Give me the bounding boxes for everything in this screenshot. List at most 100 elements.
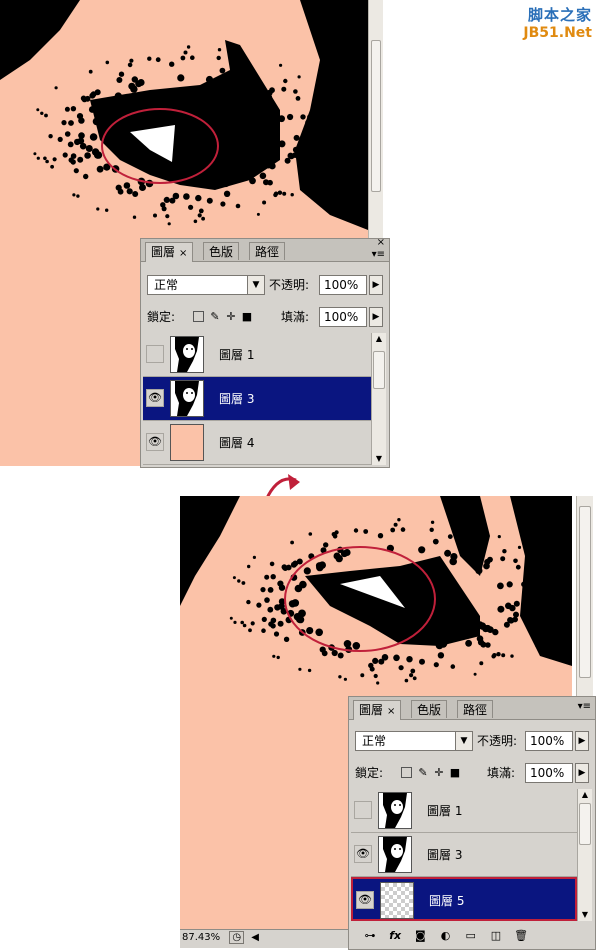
fill-field[interactable]: 100%	[525, 763, 573, 783]
lock-all-icon[interactable]: ■	[449, 767, 461, 779]
panel-menu-icon[interactable]: ▾≡	[372, 249, 385, 260]
fill-arrow-button[interactable]: ▶	[575, 763, 589, 783]
layers-scrollbar[interactable]: ▲ ▼	[577, 789, 592, 921]
layer-row-5[interactable]: 👁 圖層 5	[351, 877, 577, 921]
layer-row-3[interactable]: 👁 圖層 3	[351, 833, 577, 877]
eye-icon[interactable]: 👁	[356, 891, 374, 909]
lock-transparent-icon[interactable]	[401, 767, 412, 778]
chevron-down-icon[interactable]: ▼	[455, 732, 472, 750]
halftone-dot	[219, 67, 226, 74]
link-icon[interactable]: ⊶	[361, 927, 379, 945]
layers-scrollbar[interactable]: ▲ ▼	[371, 333, 386, 465]
layer-thumbnail	[170, 380, 204, 417]
adjustment-icon[interactable]: ◐	[437, 927, 455, 945]
panel-menu-icon[interactable]: ▾≡	[578, 701, 591, 712]
lock-brush-icon[interactable]: ✎	[209, 311, 221, 323]
visibility-toggle[interactable]	[146, 345, 164, 363]
halftone-dot	[290, 561, 297, 568]
halftone-dot	[307, 114, 312, 120]
fill-arrow-button[interactable]: ▶	[369, 307, 383, 327]
layer-row-1[interactable]: 圖層 1	[351, 789, 577, 833]
layer-row-3[interactable]: 👁 圖層 3	[143, 377, 371, 421]
opacity-field[interactable]: 100%	[525, 731, 573, 751]
layer-name: 圖層 3	[427, 848, 463, 862]
halftone-dot	[449, 557, 458, 566]
document-info-icon[interactable]: ◷	[229, 931, 245, 944]
halftone-dot	[398, 665, 404, 671]
lock-all-icon[interactable]: ■	[241, 311, 253, 323]
status-arrow-icon[interactable]: ◀	[251, 932, 259, 943]
tab-paths[interactable]: 路徑	[249, 242, 286, 260]
scroll-down-icon[interactable]: ▼	[578, 909, 592, 921]
halftone-dot	[513, 558, 518, 564]
tab-channels[interactable]: 色版	[411, 700, 448, 718]
opacity-value: 100%	[324, 278, 359, 292]
halftone-dot	[343, 549, 351, 556]
halftone-dot	[274, 604, 281, 611]
lock-brush-icon[interactable]: ✎	[417, 767, 429, 779]
layer-name: 圖層 5	[429, 894, 465, 908]
visibility-toggle[interactable]	[354, 801, 372, 819]
top-canvas-scroll-thumb[interactable]	[371, 40, 381, 192]
halftone-dot	[256, 212, 260, 216]
tab-paths[interactable]: 路徑	[457, 700, 494, 718]
eye-icon[interactable]: 👁	[354, 845, 372, 863]
halftone-dot	[297, 75, 301, 79]
halftone-dot	[333, 552, 341, 560]
halftone-dot	[505, 602, 512, 610]
halftone-dot	[70, 159, 76, 165]
halftone-dot	[500, 556, 506, 562]
fill-field[interactable]: 100%	[319, 307, 367, 327]
trash-icon[interactable]: 🗑	[512, 927, 530, 945]
halftone-dot	[497, 582, 504, 590]
zoom-level[interactable]: 87.43%	[182, 932, 220, 943]
blend-mode-select[interactable]: 正常 ▼	[147, 275, 265, 295]
halftone-dot	[165, 214, 170, 219]
panel-close-icon[interactable]: ×	[377, 237, 385, 248]
halftone-dot	[128, 82, 136, 90]
eye-icon[interactable]: 👁	[146, 433, 164, 451]
tab-layers[interactable]: 圖層 ×	[353, 700, 402, 720]
tab-layers[interactable]: 圖層 ×	[145, 242, 194, 262]
halftone-dot	[307, 668, 312, 673]
lock-move-icon[interactable]: ✛	[433, 767, 445, 779]
halftone-dot	[433, 662, 439, 668]
scroll-down-icon[interactable]: ▼	[372, 453, 386, 465]
lock-move-icon[interactable]: ✛	[225, 311, 237, 323]
tab-channels[interactable]: 色版	[203, 242, 240, 260]
bottom-canvas-scrollbar[interactable]	[576, 496, 593, 696]
opacity-arrow-button[interactable]: ▶	[575, 731, 589, 751]
blend-mode-select[interactable]: 正常 ▼	[355, 731, 473, 751]
lock-transparent-icon[interactable]	[193, 311, 204, 322]
close-icon[interactable]: ×	[179, 248, 187, 259]
opacity-field[interactable]: 100%	[319, 275, 367, 295]
halftone-dot	[352, 642, 361, 650]
halftone-dot	[217, 48, 222, 52]
bottom-canvas-scroll-thumb[interactable]	[579, 506, 591, 678]
layers-scroll-thumb[interactable]	[373, 351, 385, 389]
layer-thumbnail	[170, 424, 204, 461]
halftone-dot	[139, 184, 146, 191]
scroll-up-icon[interactable]: ▲	[578, 789, 592, 801]
layers-scroll-thumb[interactable]	[579, 803, 591, 845]
scroll-up-icon[interactable]: ▲	[372, 333, 386, 345]
halftone-dot	[205, 75, 214, 84]
mask-icon[interactable]: ◙	[411, 927, 429, 945]
halftone-dot	[246, 61, 251, 66]
chevron-down-icon[interactable]: ▼	[247, 276, 264, 294]
halftone-dot	[89, 133, 98, 141]
halftone-dot	[77, 156, 84, 163]
halftone-dot	[216, 55, 221, 61]
top-canvas-scrollbar[interactable]	[368, 0, 383, 240]
halftone-dot	[240, 620, 244, 625]
fx-icon[interactable]: fx	[386, 927, 404, 945]
opacity-arrow-button[interactable]: ▶	[369, 275, 383, 295]
close-icon[interactable]: ×	[387, 706, 395, 717]
layer-row-1[interactable]: 圖層 1	[143, 333, 371, 377]
layer-row-4[interactable]: 👁 圖層 4	[143, 421, 371, 465]
halftone-dot	[270, 623, 276, 629]
eye-icon[interactable]: 👁	[146, 389, 164, 407]
halftone-dot	[57, 136, 63, 142]
new-layer-icon[interactable]: ◫	[487, 927, 505, 945]
folder-icon[interactable]: ▭	[462, 927, 480, 945]
